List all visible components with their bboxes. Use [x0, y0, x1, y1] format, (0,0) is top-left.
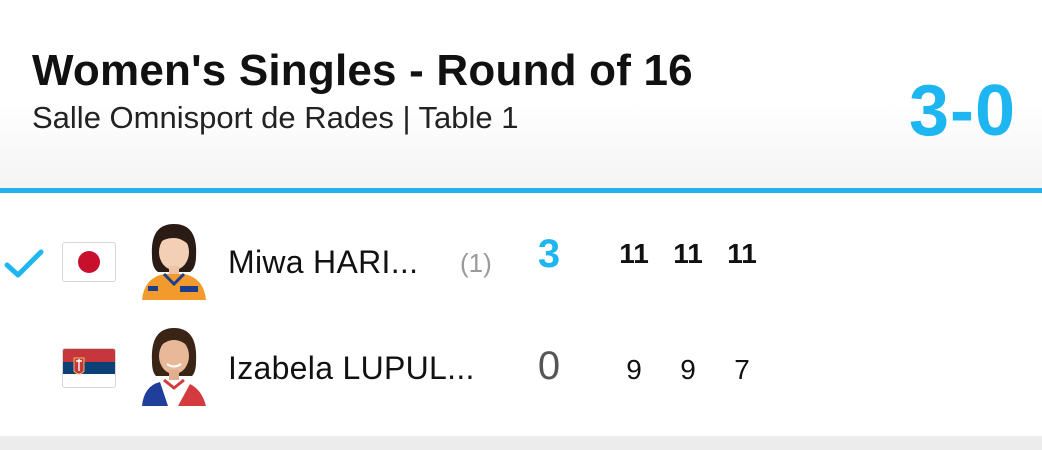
set-score-3: 11	[727, 238, 757, 269]
set-score-1: 11	[619, 238, 649, 269]
winner-check-icon	[4, 249, 44, 278]
set-score-3: 7	[734, 354, 750, 385]
games-won: 0	[537, 344, 561, 388]
match-card[interactable]: Women's Singles - Round of 16 Salle Omni…	[0, 0, 1042, 450]
player-row[interactable]: Izabela LUPUL... 0 9 9 7	[0, 318, 1042, 414]
card-footer-edge	[0, 436, 1042, 450]
match-score: 3-0	[908, 71, 1016, 151]
header-divider	[0, 188, 1042, 193]
player-seed: (1)	[460, 248, 492, 278]
player-row[interactable]: Miwa HARI... (1) 3 11 11 11	[0, 212, 1042, 308]
set-score-2: 11	[673, 238, 703, 269]
player-name[interactable]: Miwa HARI...	[228, 244, 418, 281]
player-avatar	[142, 328, 206, 406]
japan-flag-icon	[62, 242, 116, 282]
serbia-flag-icon	[62, 348, 116, 388]
set-score-2: 9	[680, 354, 696, 385]
player-avatar	[142, 224, 206, 300]
player-name[interactable]: Izabela LUPUL...	[228, 350, 475, 387]
games-won: 3	[537, 232, 561, 276]
match-header: Women's Singles - Round of 16 Salle Omni…	[0, 0, 1042, 188]
match-venue: Salle Omnisport de Rades | Table 1	[32, 100, 519, 135]
set-score-1: 9	[626, 354, 642, 385]
match-title: Women's Singles - Round of 16	[32, 46, 693, 95]
